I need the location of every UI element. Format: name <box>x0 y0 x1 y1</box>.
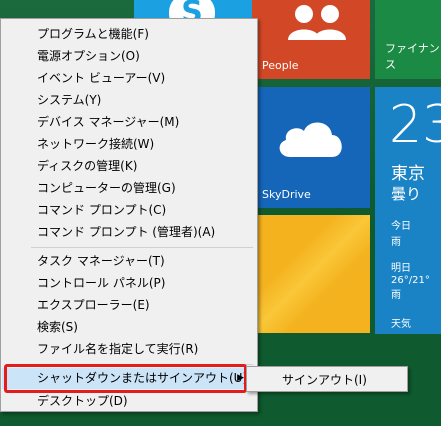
people-tile[interactable]: People <box>252 0 370 79</box>
menu-item-power-options[interactable]: 電源オプション(O) <box>2 46 256 67</box>
menu-item-network-connections[interactable]: ネットワーク接続(W) <box>2 134 256 155</box>
weather-city: 東京 <box>391 164 425 184</box>
menu-separator <box>31 247 253 248</box>
winx-context-menu: プログラムと機能(F) 電源オプション(O) イベント ビューアー(V) システ… <box>0 18 258 412</box>
highlight-annotation <box>4 364 247 393</box>
menu-item-control-panel[interactable]: コントロール パネル(P) <box>2 273 256 294</box>
menu-item-desktop[interactable]: デスクトップ(D) <box>2 391 256 412</box>
menu-item-computer-management[interactable]: コンピューターの管理(G) <box>2 178 256 199</box>
menu-item-programs-features[interactable]: プログラムと機能(F) <box>2 24 256 45</box>
submenu-item-signout[interactable]: サインアウト(I) <box>282 371 367 388</box>
weather-today-label: 今日 <box>391 221 411 232</box>
weather-today-condition: 雨 <box>391 237 401 248</box>
menu-item-disk-management[interactable]: ディスクの管理(K) <box>2 156 256 177</box>
finance-tile[interactable]: ファイナンス <box>375 0 441 79</box>
weather-tile-label: 天気 <box>391 319 411 330</box>
yellow-tile[interactable] <box>252 215 370 333</box>
finance-tile-label: ファイナンス <box>385 42 440 71</box>
menu-item-command-prompt-admin[interactable]: コマンド プロンプト (管理者)(A) <box>2 222 256 243</box>
skydrive-tile[interactable]: SkyDrive <box>252 87 370 208</box>
menu-item-task-manager[interactable]: タスク マネージャー(T) <box>2 251 256 272</box>
menu-item-run[interactable]: ファイル名を指定して実行(R) <box>2 339 256 360</box>
menu-item-event-viewer[interactable]: イベント ビューアー(V) <box>2 68 256 89</box>
weather-tile[interactable]: 23 東京 曇り 今日 雨 明日 26°/21° 雨 天気 <box>375 87 441 334</box>
people-icon <box>288 5 346 40</box>
weather-tomorrow-temp: 26°/21° 雨 <box>391 275 430 301</box>
weather-condition: 曇り <box>391 185 422 203</box>
menu-item-explorer[interactable]: エクスプローラー(E) <box>2 295 256 316</box>
shutdown-submenu: サインアウト(I) <box>246 366 408 392</box>
menu-item-device-manager[interactable]: デバイス マネージャー(M) <box>2 112 256 133</box>
menu-item-command-prompt[interactable]: コマンド プロンプト(C) <box>2 200 256 221</box>
menu-item-search[interactable]: 検索(S) <box>2 317 256 338</box>
cloud-icon <box>279 122 342 157</box>
skydrive-tile-label: SkyDrive <box>262 188 311 201</box>
tile-decoration <box>252 215 370 333</box>
people-tile-label: People <box>262 59 299 72</box>
weather-tomorrow-label: 明日 <box>391 263 411 274</box>
menu-item-system[interactable]: システム(Y) <box>2 90 256 111</box>
weather-temperature: 23 <box>389 95 441 155</box>
